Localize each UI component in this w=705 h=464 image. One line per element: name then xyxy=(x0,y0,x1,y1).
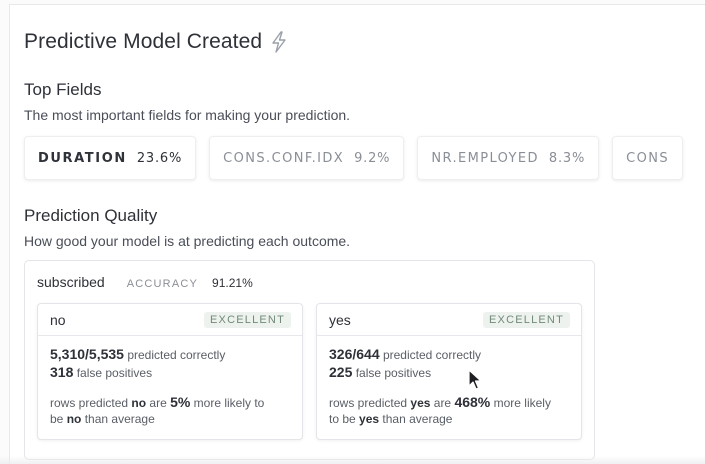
lift-text: rows predicted xyxy=(50,396,129,410)
target-field-name: subscribed xyxy=(37,274,105,290)
lift-description: rows predicted yes are 468% more likely … xyxy=(329,394,569,427)
field-chip-cons-truncated[interactable]: CONS xyxy=(612,136,684,180)
prediction-quality-heading: Prediction Quality xyxy=(24,206,158,225)
quality-badge: EXCELLENT xyxy=(483,311,570,328)
correct-line: 326/644 predicted correctly xyxy=(329,346,569,364)
field-chip-pct: 9.2% xyxy=(354,150,391,166)
correct-line: 5,310/5,535 predicted correctly xyxy=(50,346,290,364)
outcome-card-body: 5,310/5,535 predicted correctly 318 fals… xyxy=(38,336,302,437)
lift-outcome: yes xyxy=(359,412,380,426)
correct-text: predicted correctly xyxy=(382,348,481,362)
lift-text: are xyxy=(149,396,167,410)
lift-outcome: no xyxy=(66,412,82,426)
field-chip-pct: 23.6% xyxy=(136,150,183,166)
mouse-pointer-icon xyxy=(468,369,482,390)
lift-percent: 5% xyxy=(170,394,191,410)
lift-outcome: yes xyxy=(410,396,431,410)
correct-count: 5,310/5,535 xyxy=(50,346,124,362)
page-title: Predictive Model Created xyxy=(24,30,263,53)
bottom-fade xyxy=(0,456,705,464)
lift-text: more likely to xyxy=(193,396,265,410)
prediction-quality-description: How good your model is at predicting eac… xyxy=(24,233,351,249)
page-header: Predictive Model Created xyxy=(24,30,288,54)
false-positive-count: 318 xyxy=(50,364,74,380)
false-positive-line: 318 false positives xyxy=(50,364,290,382)
quality-badge: EXCELLENT xyxy=(204,311,291,328)
accuracy-value: 91.21% xyxy=(212,276,253,290)
outcome-card-header: no EXCELLENT xyxy=(38,304,302,336)
lift-outcome: no xyxy=(131,396,147,410)
lift-text: to be xyxy=(329,412,356,426)
top-fields-description: The most important fields for making you… xyxy=(24,107,351,123)
false-positive-count: 225 xyxy=(329,364,353,380)
field-chip-pct: 8.3% xyxy=(548,150,586,166)
lift-text: be xyxy=(50,412,64,426)
accuracy-label: ACCURACY xyxy=(126,278,199,290)
outcome-card-header: yes EXCELLENT xyxy=(317,304,581,336)
field-chip-cons-conf-idx[interactable]: CONS.CONF.IDX 9.2% xyxy=(209,136,405,180)
outcome-label: no xyxy=(50,311,66,328)
lift-text: rows predicted xyxy=(329,396,408,410)
outcome-card-yes: yes EXCELLENT 326/644 predicted correctl… xyxy=(316,303,582,440)
lift-text: than average xyxy=(84,412,155,426)
false-positive-line: 225 false positives xyxy=(329,364,569,382)
outcome-label: yes xyxy=(329,311,351,328)
lift-description: rows predicted no are 5% more likely to … xyxy=(50,394,290,427)
lift-text: more likely xyxy=(493,396,551,410)
field-chip-name: NR.EMPLOYED xyxy=(431,150,539,166)
quality-header: subscribed ACCURACY 91.21% xyxy=(37,274,253,290)
lift-text: are xyxy=(433,396,452,410)
field-chip-nr-employed[interactable]: NR.EMPLOYED 8.3% xyxy=(417,136,600,180)
top-fields-list: DURATION 23.6% CONS.CONF.IDX 9.2% NR.EMP… xyxy=(24,136,684,180)
prediction-quality-panel: subscribed ACCURACY 91.21% no EXCELLENT … xyxy=(24,260,595,460)
false-positive-text: false positives xyxy=(355,366,432,380)
false-positive-text: false positives xyxy=(76,366,153,380)
field-chip-name: CONS xyxy=(626,150,670,166)
lightning-bolt-icon xyxy=(272,31,286,53)
correct-count: 326/644 xyxy=(329,346,380,362)
top-fields-heading: Top Fields xyxy=(24,80,102,99)
field-chip-duration[interactable]: DURATION 23.6% xyxy=(24,136,197,180)
outcome-card-no: no EXCELLENT 5,310/5,535 predicted corre… xyxy=(37,303,303,440)
lift-text: than average xyxy=(382,412,453,426)
field-chip-name: CONS.CONF.IDX xyxy=(223,150,345,166)
correct-text: predicted correctly xyxy=(127,348,226,362)
outcome-card-body: 326/644 predicted correctly 225 false po… xyxy=(317,336,581,437)
field-chip-name: DURATION xyxy=(38,150,127,166)
lift-percent: 468% xyxy=(454,394,491,410)
